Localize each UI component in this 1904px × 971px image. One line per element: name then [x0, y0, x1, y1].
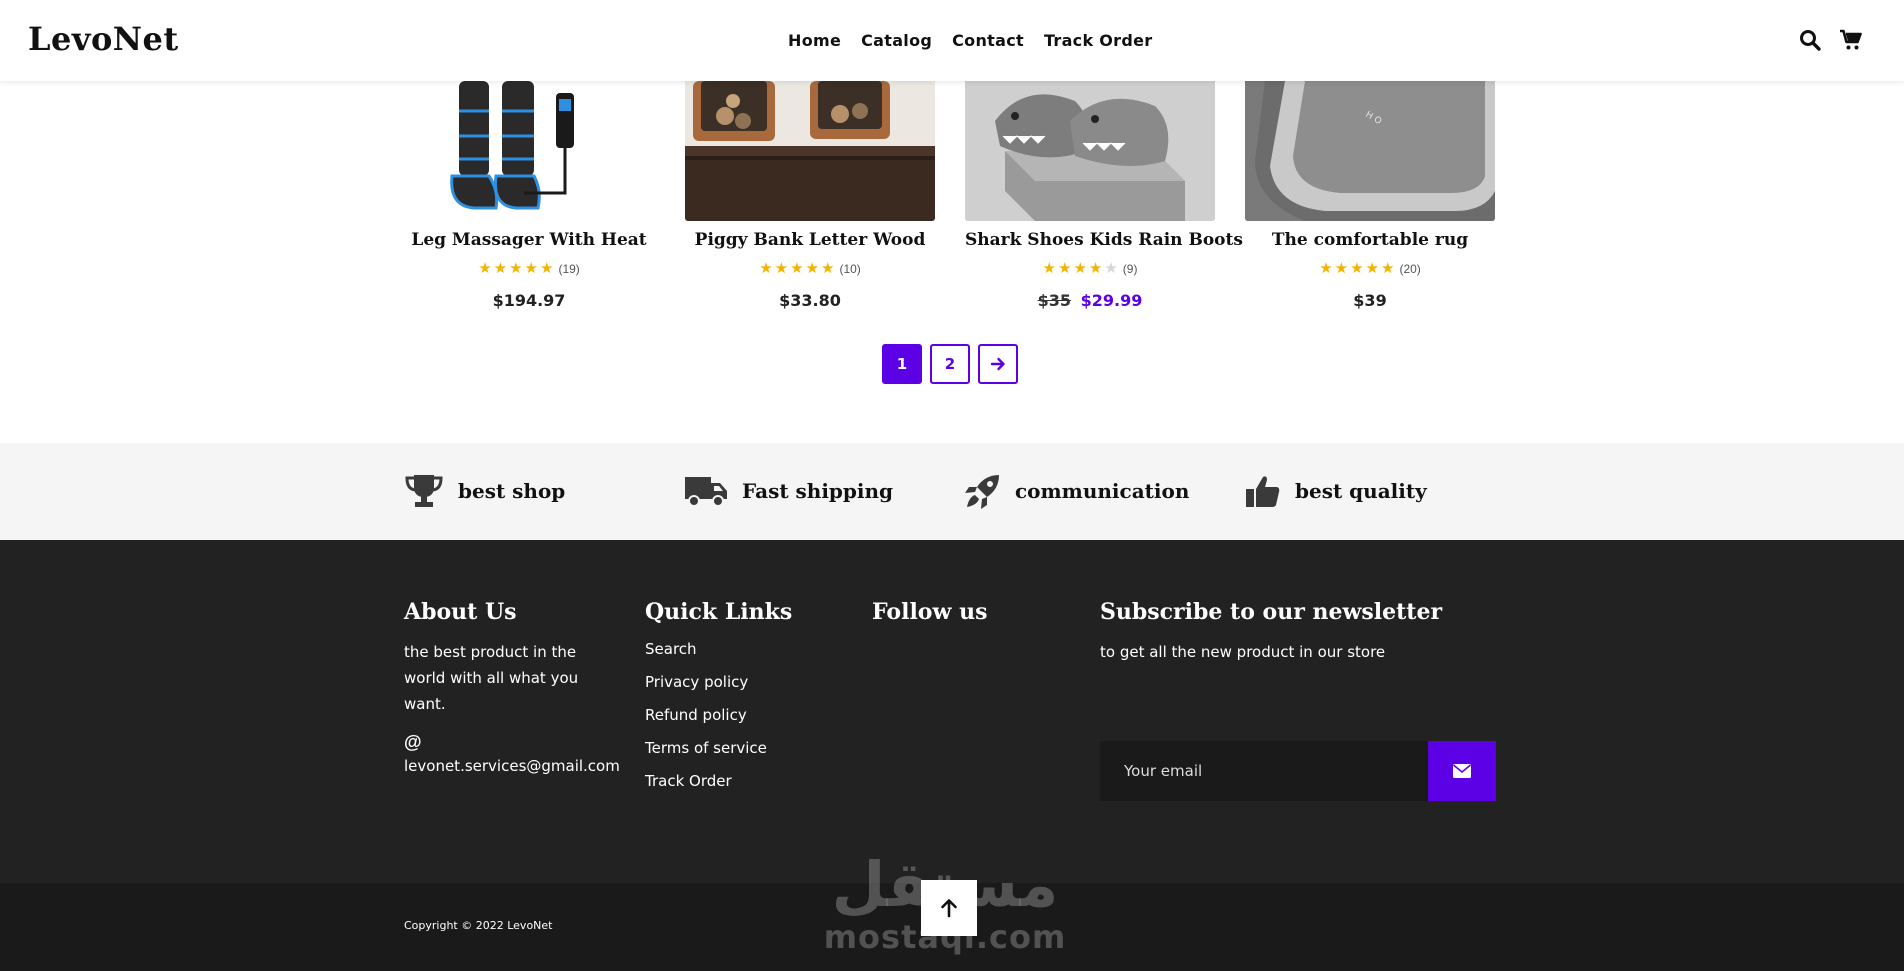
trophy-icon	[405, 475, 443, 507]
newsletter-form	[1100, 741, 1496, 801]
star-filled-icon: ★	[1365, 260, 1379, 277]
product-price: $33.80	[685, 291, 935, 310]
old-price: $35	[1037, 291, 1072, 310]
nav-track-order[interactable]: Track Order	[1044, 31, 1153, 50]
footer-quick-links-title: Quick Links	[645, 599, 793, 625]
price-value: $39	[1353, 291, 1387, 310]
page-1-button[interactable]: 1	[882, 344, 922, 384]
star-filled-icon: ★	[1057, 260, 1072, 277]
product-rating: ★ ★ ★ ★ ★ (10)	[685, 261, 935, 277]
feature-label: best shop	[458, 479, 566, 503]
star-filled-icon: ★	[493, 260, 508, 277]
newsletter-title: Subscribe to our newsletter	[1100, 599, 1443, 625]
star-filled-icon: ★	[1088, 260, 1103, 277]
star-filled-icon: ★	[821, 260, 835, 277]
search-icon[interactable]	[1798, 28, 1822, 52]
about-text: the best product in the world with all w…	[404, 643, 579, 713]
sale-price: $29.99	[1080, 291, 1143, 310]
feature-label: best quality	[1295, 479, 1427, 503]
product-name[interactable]: Leg Massager With Heat	[404, 230, 654, 250]
nav-contact[interactable]: Contact	[952, 31, 1024, 50]
product-image-leg-massager[interactable]	[404, 81, 654, 221]
envelope-icon	[1453, 764, 1471, 778]
star-filled-icon: ★	[1334, 260, 1349, 277]
footer-follow-title: Follow us	[872, 599, 988, 625]
star-filled-icon: ★	[1042, 260, 1056, 277]
star-filled-icon: ★	[805, 260, 819, 277]
product-price: $35 $29.99	[965, 291, 1215, 310]
back-to-top-button[interactable]	[921, 880, 977, 936]
product-image-rug[interactable]: H O	[1245, 81, 1495, 221]
truck-icon	[685, 477, 727, 507]
star-filled-icon: ★	[478, 260, 492, 277]
review-count: (20)	[1399, 262, 1421, 276]
product-rating: ★ ★ ★ ★ ★ (19)	[404, 261, 654, 277]
review-count: (10)	[839, 262, 861, 276]
product-name[interactable]: Piggy Bank Letter Wood	[685, 230, 935, 250]
star-empty-icon: ★	[1104, 260, 1118, 277]
feature-best-quality: best quality	[1245, 473, 1427, 509]
footer-newsletter: Subscribe to our newsletter to get all t…	[1100, 599, 1496, 801]
page-2-button[interactable]: 2	[930, 344, 970, 384]
star-filled-icon: ★	[1319, 260, 1333, 277]
product-image-piggy-bank[interactable]	[685, 81, 935, 221]
site-logo[interactable]: LevoNet	[28, 20, 179, 58]
star-filled-icon: ★	[524, 260, 538, 277]
next-page-button[interactable]	[978, 344, 1018, 384]
site-header: LevoNet Home Catalog Contact Track Order	[0, 0, 1904, 81]
nav-catalog[interactable]: Catalog	[861, 31, 932, 50]
star-filled-icon: ★	[1350, 260, 1364, 277]
feature-best-shop: best shop	[404, 473, 565, 509]
product-name[interactable]: Shark Shoes Kids Rain Boots	[965, 230, 1243, 250]
star-filled-icon: ★	[774, 260, 789, 277]
footer-link-privacy-policy[interactable]: Privacy policy	[645, 666, 825, 699]
site-footer: About Us the best product in the world w…	[0, 540, 1904, 883]
contact-email-link[interactable]: levonet.services@gmail.com	[404, 757, 620, 775]
product-rating: ★ ★ ★ ★ ★ (9)	[965, 261, 1215, 277]
footer-link-track-order[interactable]: Track Order	[645, 765, 825, 798]
feature-label: communication	[1015, 479, 1190, 503]
footer-quick-links: Quick Links Search Privacy policy Refund…	[645, 599, 825, 798]
product-name[interactable]: The comfortable rug	[1245, 230, 1495, 250]
feature-label: Fast shipping	[742, 479, 894, 503]
feature-communication: communication	[965, 473, 1189, 509]
star-filled-icon: ★	[540, 260, 554, 277]
review-count: (9)	[1122, 262, 1138, 276]
product-image-shark-shoes[interactable]	[965, 81, 1215, 221]
star-filled-icon: ★	[509, 260, 523, 277]
star-filled-icon: ★	[1381, 260, 1395, 277]
review-count: (19)	[558, 262, 580, 276]
rocket-icon	[965, 475, 999, 509]
product-rating: ★ ★ ★ ★ ★ (20)	[1245, 261, 1495, 277]
pagination: 1 2	[882, 344, 1018, 384]
newsletter-subtitle: to get all the new product in our store	[1100, 643, 1386, 661]
star-filled-icon: ★	[1073, 260, 1087, 277]
price-value: $33.80	[779, 291, 841, 310]
arrow-up-icon	[941, 899, 957, 918]
product-price: $39	[1245, 291, 1495, 310]
star-filled-icon: ★	[759, 260, 773, 277]
footer-about-title: About Us	[404, 599, 517, 625]
features-bar: best shop Fast shipping communication be…	[0, 443, 1904, 540]
star-filled-icon: ★	[790, 260, 804, 277]
footer-link-terms-of-service[interactable]: Terms of service	[645, 732, 825, 765]
footer-follow-us: Follow us	[872, 599, 1052, 639]
thumbs-up-icon	[1246, 476, 1280, 507]
footer-about: About Us the best product in the world w…	[404, 599, 620, 779]
product-price: $194.97	[404, 291, 654, 310]
newsletter-subscribe-button[interactable]	[1428, 741, 1496, 801]
price-value: $194.97	[492, 291, 566, 310]
footer-link-search[interactable]: Search	[645, 633, 825, 666]
cart-icon[interactable]	[1839, 28, 1863, 52]
footer-link-refund-policy[interactable]: Refund policy	[645, 699, 825, 732]
nav-home[interactable]: Home	[788, 31, 841, 50]
arrow-right-icon	[990, 357, 1005, 371]
newsletter-email-input[interactable]	[1100, 741, 1428, 801]
main-nav: Home Catalog Contact Track Order	[788, 31, 1152, 50]
copyright: Copyright © 2022 LevoNet	[404, 919, 553, 932]
at-icon: @	[404, 732, 422, 752]
feature-fast-shipping: Fast shipping	[684, 473, 893, 509]
